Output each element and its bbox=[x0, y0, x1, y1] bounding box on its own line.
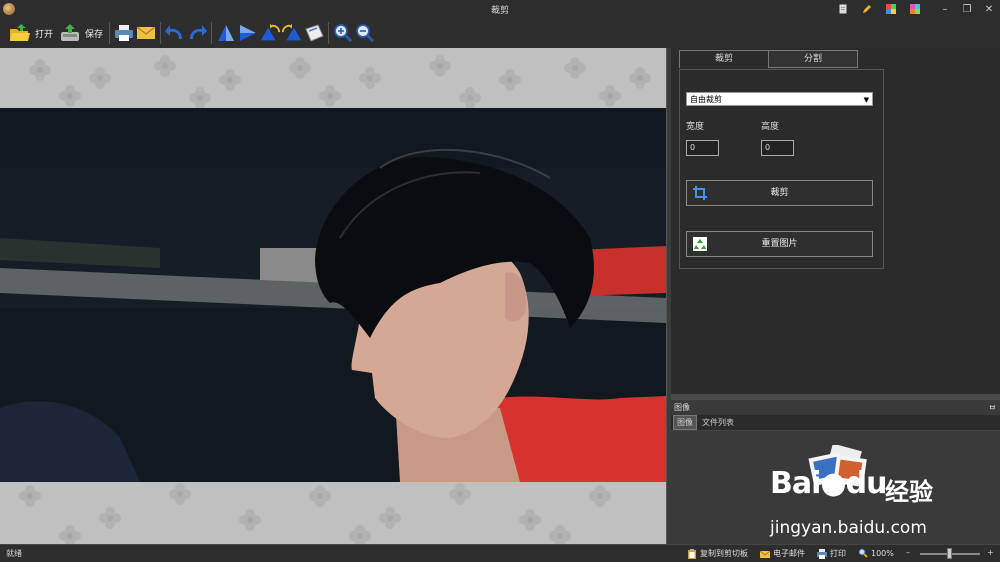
palette-icon[interactable] bbox=[886, 4, 896, 14]
print-status-button[interactable]: 打印 bbox=[817, 548, 846, 559]
folder-open-icon bbox=[10, 24, 30, 41]
recycle-icon bbox=[693, 237, 707, 251]
printer-icon bbox=[817, 548, 827, 559]
save-label: 保存 bbox=[85, 29, 104, 40]
email-button[interactable] bbox=[135, 22, 157, 44]
zoom-indicator[interactable]: 100% bbox=[858, 548, 894, 558]
rotate-right-button[interactable] bbox=[281, 22, 303, 44]
zoom-in-button[interactable] bbox=[332, 22, 354, 44]
crop-panel: 裁剪 分割 自由裁剪 ▼ 宽度 高度 0 0 裁剪 重置图片 bbox=[671, 48, 1000, 394]
image-canvas[interactable] bbox=[0, 48, 666, 544]
toolbar-separator bbox=[109, 22, 111, 44]
watermark-brand-a: Bai bbox=[770, 466, 821, 501]
crop-mode-value: 自由裁剪 bbox=[690, 95, 722, 104]
printer-icon bbox=[115, 25, 134, 41]
status-bar: 就绪 复制到剪切板 电子邮件 打印 100% – + bbox=[0, 544, 1000, 562]
image-panel-header: 图像 ㅂ bbox=[671, 400, 1000, 415]
watermark-brand-b: du bbox=[845, 466, 888, 501]
chevron-down-icon: ▼ bbox=[863, 96, 869, 104]
crop-mode-select[interactable]: 自由裁剪 ▼ bbox=[686, 92, 873, 106]
baidu-watermark-logo: Bai●du bbox=[770, 466, 888, 501]
zoom-plus-button[interactable]: + bbox=[987, 548, 994, 557]
height-label: 高度 bbox=[761, 122, 780, 132]
tab-file-list[interactable]: 文件列表 bbox=[699, 416, 737, 429]
crop-button-label: 裁剪 bbox=[770, 188, 789, 198]
crop-button[interactable]: 裁剪 bbox=[686, 180, 873, 206]
width-field[interactable]: 0 bbox=[686, 140, 719, 156]
open-button[interactable]: 打开 bbox=[6, 20, 56, 46]
print-label: 打印 bbox=[830, 549, 846, 558]
zoom-minus-button[interactable]: – bbox=[906, 548, 910, 557]
copy-label: 复制到剪切板 bbox=[700, 549, 748, 558]
watermark-brand-cn: 经验 bbox=[885, 478, 933, 506]
envelope-icon bbox=[760, 550, 770, 558]
loaded-photo[interactable] bbox=[0, 108, 666, 482]
undo-button[interactable] bbox=[164, 22, 186, 44]
redo-icon bbox=[190, 25, 208, 39]
close-button[interactable]: ✕ bbox=[978, 4, 1000, 15]
image-panel-title: 图像 bbox=[674, 403, 690, 412]
zoom-out-button[interactable] bbox=[354, 22, 376, 44]
status-text: 就绪 bbox=[6, 549, 22, 558]
zoom-in-icon bbox=[334, 24, 353, 43]
redo-button[interactable] bbox=[186, 22, 208, 44]
title-bar: 裁剪 – ❐ ✕ bbox=[0, 0, 1000, 18]
rotate-left-icon bbox=[260, 23, 281, 41]
height-field[interactable]: 0 bbox=[761, 140, 794, 156]
photo-content bbox=[0, 108, 666, 482]
clipboard-icon bbox=[688, 548, 696, 559]
toolbar-separator bbox=[211, 22, 213, 44]
watermark-url: jingyan.baidu.com bbox=[770, 518, 927, 538]
toolbar-separator bbox=[328, 22, 330, 44]
flip-vertical-icon bbox=[218, 25, 235, 41]
undo-icon bbox=[165, 25, 183, 39]
watermark-paw-icon: ● bbox=[820, 466, 846, 501]
flip-horizontal-button[interactable] bbox=[237, 22, 259, 44]
save-icon bbox=[61, 24, 80, 41]
crop-groupbox: 自由裁剪 ▼ 宽度 高度 0 0 裁剪 重置图片 bbox=[679, 69, 884, 269]
toolbar-separator bbox=[160, 22, 162, 44]
pin-icon[interactable]: ㅂ bbox=[989, 400, 996, 415]
print-button[interactable] bbox=[113, 22, 135, 44]
reset-image-button[interactable]: 重置图片 bbox=[686, 231, 873, 257]
image-panel-tabs: 图像 文件列表 bbox=[671, 415, 1000, 431]
rotate-left-button[interactable] bbox=[259, 22, 281, 44]
pencil-icon[interactable] bbox=[862, 4, 872, 14]
toolbar: 打开 保存 bbox=[0, 18, 1000, 48]
skew-icon bbox=[305, 24, 324, 42]
tab-crop[interactable]: 裁剪 bbox=[679, 50, 769, 68]
zoom-value: 100% bbox=[871, 548, 894, 558]
zoom-out-icon bbox=[356, 24, 375, 43]
zoom-slider-thumb[interactable] bbox=[947, 548, 952, 559]
document-icon[interactable] bbox=[838, 4, 848, 14]
grid-color-icon[interactable] bbox=[910, 4, 920, 14]
email-label: 电子邮件 bbox=[773, 549, 805, 558]
flip-vertical-button[interactable] bbox=[215, 22, 237, 44]
flip-horizontal-icon bbox=[240, 25, 257, 41]
tab-image[interactable]: 图像 bbox=[673, 415, 697, 430]
envelope-icon bbox=[136, 26, 156, 39]
reset-image-label: 重置图片 bbox=[761, 239, 798, 249]
email-status-button[interactable]: 电子邮件 bbox=[760, 548, 805, 559]
skew-button[interactable] bbox=[303, 22, 325, 44]
rotate-right-icon bbox=[281, 23, 302, 41]
copy-to-clipboard-button[interactable]: 复制到剪切板 bbox=[687, 548, 748, 559]
minimize-button[interactable]: – bbox=[934, 4, 956, 15]
save-button[interactable]: 保存 bbox=[56, 20, 106, 46]
tab-split[interactable]: 分割 bbox=[768, 50, 858, 68]
open-label: 打开 bbox=[35, 29, 54, 40]
width-label: 宽度 bbox=[686, 122, 705, 132]
restore-button[interactable]: ❐ bbox=[956, 4, 978, 15]
crop-icon bbox=[693, 186, 707, 200]
magnifier-icon bbox=[858, 548, 868, 558]
